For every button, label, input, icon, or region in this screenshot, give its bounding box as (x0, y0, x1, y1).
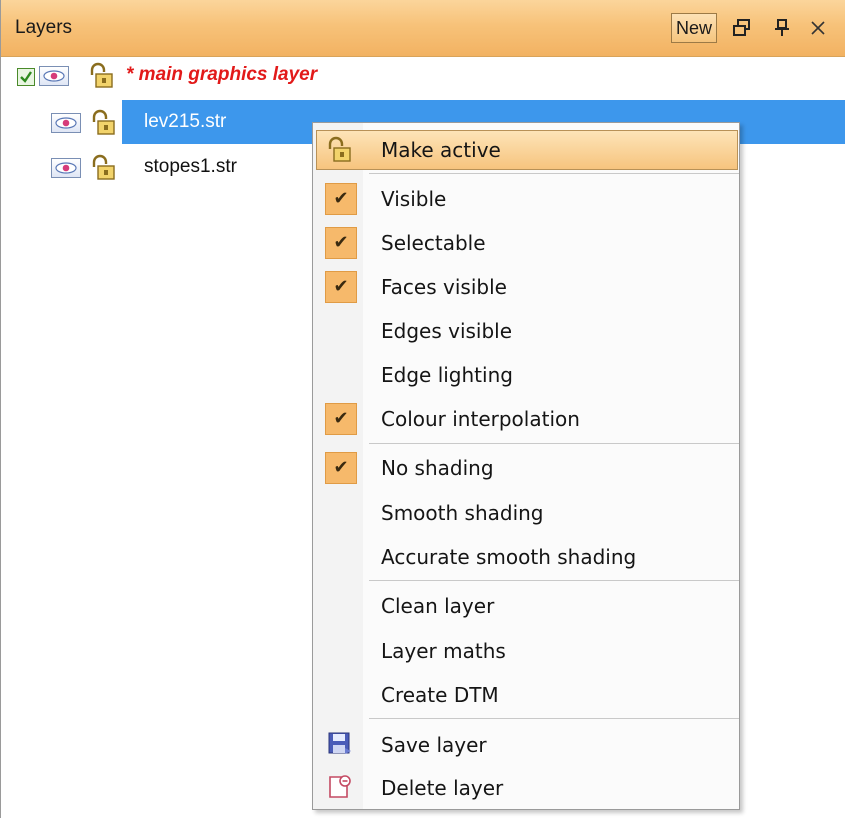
panel-title: Layers (15, 17, 73, 38)
menu-item-highlight (316, 130, 738, 170)
menu-item-faces-visible[interactable]: ✔ Faces visible (313, 267, 739, 307)
menu-item-label: Smooth shading (381, 501, 544, 525)
delete-icon (327, 774, 353, 804)
menu-item-label: Edges visible (381, 319, 513, 343)
menu-item-smooth-shading[interactable]: Smooth shading (313, 493, 739, 533)
menu-item-edges-visible[interactable]: Edges visible (313, 311, 739, 351)
menu-item-colour-interpolation[interactable]: ✔ Colour interpolation (313, 399, 739, 439)
panel-titlebar: Layers New (1, 0, 845, 57)
check-icon: ✔ (325, 403, 357, 435)
menu-item-create-dtm[interactable]: Create DTM (313, 675, 739, 715)
pin-icon[interactable] (769, 14, 795, 42)
lock-icon[interactable] (89, 154, 115, 180)
layer-label: stopes1.str (144, 156, 237, 177)
menu-item-label: Faces visible (381, 275, 507, 299)
context-menu: Make active ✔ Visible ✔ Selectable ✔ Fac… (312, 122, 740, 810)
close-icon[interactable] (805, 14, 831, 42)
menu-item-label: Layer maths (381, 639, 506, 663)
menu-item-label: Save layer (381, 733, 487, 757)
layers-panel: Layers New * main graphics layer lev215.… (0, 0, 845, 818)
menu-item-label: Edge lighting (381, 363, 513, 387)
menu-separator (369, 580, 739, 581)
lock-icon (325, 136, 353, 168)
check-icon: ✔ (325, 452, 357, 484)
check-icon: ✔ (325, 183, 357, 215)
layer-checkbox[interactable] (17, 68, 35, 86)
eye-icon[interactable] (51, 158, 81, 178)
menu-item-layer-maths[interactable]: Layer maths (313, 631, 739, 671)
menu-item-visible[interactable]: ✔ Visible (313, 179, 739, 219)
menu-item-label: Selectable (381, 231, 486, 255)
menu-item-save-layer[interactable]: Save layer (313, 725, 739, 765)
menu-item-label: Accurate smooth shading (381, 545, 637, 569)
lock-icon[interactable] (89, 109, 115, 135)
main-layer-label: * main graphics layer (126, 64, 318, 85)
check-icon: ✔ (325, 227, 357, 259)
menu-item-edge-lighting[interactable]: Edge lighting (313, 355, 739, 395)
save-icon (327, 731, 353, 761)
restore-icon[interactable] (729, 14, 755, 42)
menu-item-label: Clean layer (381, 594, 495, 618)
menu-item-label: Visible (381, 187, 447, 211)
eye-icon[interactable] (51, 113, 81, 133)
new-layer-button[interactable]: New (671, 13, 717, 43)
menu-item-clean-layer[interactable]: Clean layer (313, 586, 739, 626)
menu-item-label: Create DTM (381, 683, 499, 707)
menu-item-label: Colour interpolation (381, 407, 580, 431)
eye-icon[interactable] (39, 66, 69, 86)
menu-separator (369, 443, 739, 444)
menu-item-label: Make active (381, 138, 501, 162)
menu-separator (369, 718, 739, 719)
check-icon: ✔ (325, 271, 357, 303)
menu-item-no-shading[interactable]: ✔ No shading (313, 448, 739, 488)
layer-label: lev215.str (144, 111, 227, 132)
menu-item-make-active[interactable]: Make active (313, 128, 739, 170)
menu-item-delete-layer[interactable]: Delete layer (313, 768, 739, 808)
menu-separator (369, 173, 739, 174)
lock-icon[interactable] (87, 62, 113, 88)
menu-item-selectable[interactable]: ✔ Selectable (313, 223, 739, 263)
menu-item-accurate-smooth-shading[interactable]: Accurate smooth shading (313, 537, 739, 577)
menu-item-label: Delete layer (381, 776, 504, 800)
menu-item-label: No shading (381, 456, 494, 480)
